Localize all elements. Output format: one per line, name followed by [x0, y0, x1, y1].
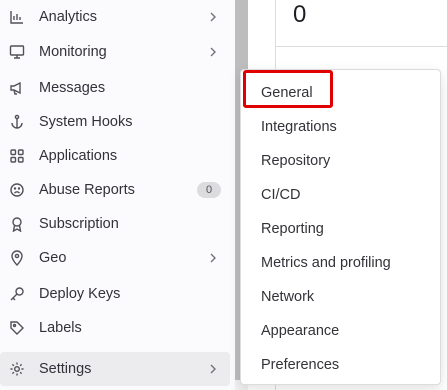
- abuse-icon: [9, 182, 25, 198]
- flyout-item-preferences[interactable]: Preferences: [261, 355, 339, 375]
- admin-sidebar: Analytics Monitoring Messages System Hoo…: [0, 0, 235, 390]
- flyout-item-appearance[interactable]: Appearance: [261, 321, 339, 341]
- sidebar-item-settings[interactable]: Settings: [0, 352, 230, 386]
- anchor-icon: [9, 114, 25, 130]
- geo-pin-icon: [9, 250, 25, 266]
- subscription-icon: [9, 216, 25, 232]
- abuse-count-badge: 0: [197, 182, 221, 198]
- admin-page: Analytics Monitoring Messages System Hoo…: [0, 0, 447, 390]
- sidebar-item-label: Applications: [39, 148, 118, 164]
- flyout-item-integrations[interactable]: Integrations: [261, 117, 337, 137]
- sidebar-item-geo[interactable]: Geo: [0, 241, 230, 275]
- flyout-item-repository[interactable]: Repository: [261, 151, 330, 171]
- settings-flyout-menu: General Integrations Repository CI/CD Re…: [240, 69, 441, 385]
- stat-card: 0: [275, 0, 447, 47]
- sidebar-item-abuse-reports[interactable]: Abuse Reports 0: [0, 173, 230, 207]
- chevron-right-icon: [210, 364, 216, 374]
- flyout-item-ci-cd[interactable]: CI/CD: [261, 185, 300, 205]
- sidebar-item-analytics[interactable]: Analytics: [0, 0, 230, 34]
- sidebar-item-deploy-keys[interactable]: Deploy Keys: [0, 277, 230, 311]
- chevron-right-icon: [210, 47, 216, 57]
- sidebar-item-labels[interactable]: Labels: [0, 311, 230, 345]
- sidebar-item-label: System Hooks: [39, 114, 133, 130]
- chevron-right-icon: [210, 253, 216, 263]
- stat-value: 0: [293, 1, 307, 28]
- sidebar-item-messages[interactable]: Messages: [0, 71, 230, 105]
- key-icon: [9, 286, 25, 302]
- sidebar-item-label: Analytics: [39, 9, 98, 25]
- monitor-icon: [9, 44, 25, 60]
- sidebar-item-label: Settings: [39, 361, 92, 377]
- sidebar-item-system-hooks[interactable]: System Hooks: [0, 105, 230, 139]
- general-highlight-box: [243, 70, 333, 108]
- applications-icon: [9, 148, 25, 164]
- analytics-icon: [9, 9, 25, 25]
- sidebar-item-label: Deploy Keys: [39, 286, 121, 302]
- flyout-item-network[interactable]: Network: [261, 287, 314, 307]
- flyout-item-metrics-and-profiling[interactable]: Metrics and profiling: [261, 253, 391, 273]
- sidebar-item-label: Messages: [39, 80, 106, 96]
- flyout-item-reporting[interactable]: Reporting: [261, 219, 324, 239]
- chevron-right-icon: [210, 12, 216, 22]
- sidebar-item-label: Abuse Reports: [39, 182, 135, 198]
- sidebar-item-subscription[interactable]: Subscription: [0, 207, 230, 241]
- sidebar-item-label: Subscription: [39, 216, 119, 232]
- sidebar-item-label: Labels: [39, 320, 82, 336]
- sidebar-item-applications[interactable]: Applications: [0, 139, 230, 173]
- sidebar-item-label: Geo: [39, 250, 67, 266]
- label-icon: [9, 320, 25, 336]
- megaphone-icon: [9, 80, 25, 96]
- sidebar-item-label: Monitoring: [39, 44, 107, 60]
- sidebar-item-monitoring[interactable]: Monitoring: [0, 35, 230, 69]
- gear-icon: [9, 361, 25, 377]
